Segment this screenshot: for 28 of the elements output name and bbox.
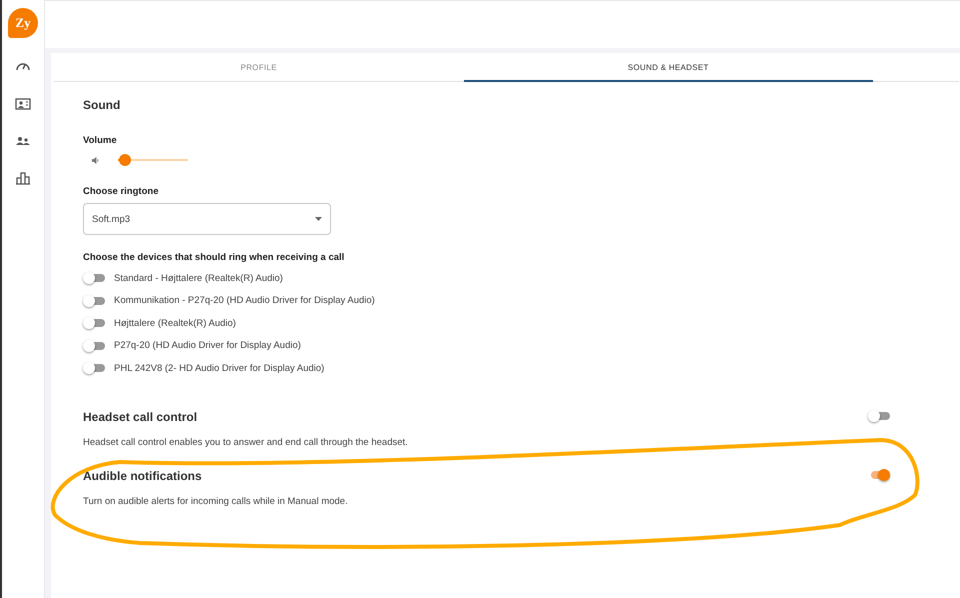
field-label: Choose the devices that should ring when receiving a call	[83, 252, 346, 263]
toggle-switch[interactable]	[868, 410, 890, 422]
caret-icon	[315, 217, 322, 221]
device-label: Standard - Højttalere (Realtek(R) Audio)	[114, 272, 283, 284]
setting-description: Turn on audible alerts for incoming calls while in Manual mode.	[83, 496, 348, 506]
setting-description: Headset call control enables you to answer and end call through the headset.	[83, 436, 408, 448]
ringtone-dropdown[interactable]: Soft.mp3	[83, 203, 331, 235]
setting-title: Headset call control	[83, 410, 198, 424]
toggle-switch[interactable]	[83, 272, 105, 284]
bar-chart-icon[interactable]	[15, 170, 31, 186]
section-title: Sound	[83, 98, 122, 112]
slider-thumb[interactable]	[119, 154, 131, 166]
device-label: Højttalere (Realtek(R) Audio)	[114, 318, 236, 329]
toggle-switch[interactable]	[83, 340, 105, 352]
contact-card-icon[interactable]	[15, 96, 31, 112]
field-label: Choose ringtone	[83, 186, 160, 197]
logo: Zy	[8, 8, 38, 38]
tab[interactable]: SOUND & HEADSET	[464, 53, 873, 82]
toggle-switch[interactable]	[83, 294, 105, 307]
device-label: P27q-20 (HD Audio Driver for Display Audio)	[114, 340, 301, 352]
toggle-switch[interactable]	[83, 317, 105, 330]
field-label: Volume	[83, 135, 118, 146]
speaker-icon[interactable]	[91, 156, 100, 164]
device-label: PHL 242V8 (2- HD Audio Driver for Display Audio)	[114, 362, 324, 374]
device-label: Kommunikation - P27q-20 (HD Audio Driver for Display Audio)	[114, 295, 375, 306]
tab[interactable]: PROFILE	[54, 53, 464, 82]
toggle-switch[interactable]	[83, 362, 105, 374]
setting-title: Audible notifications	[83, 468, 203, 482]
